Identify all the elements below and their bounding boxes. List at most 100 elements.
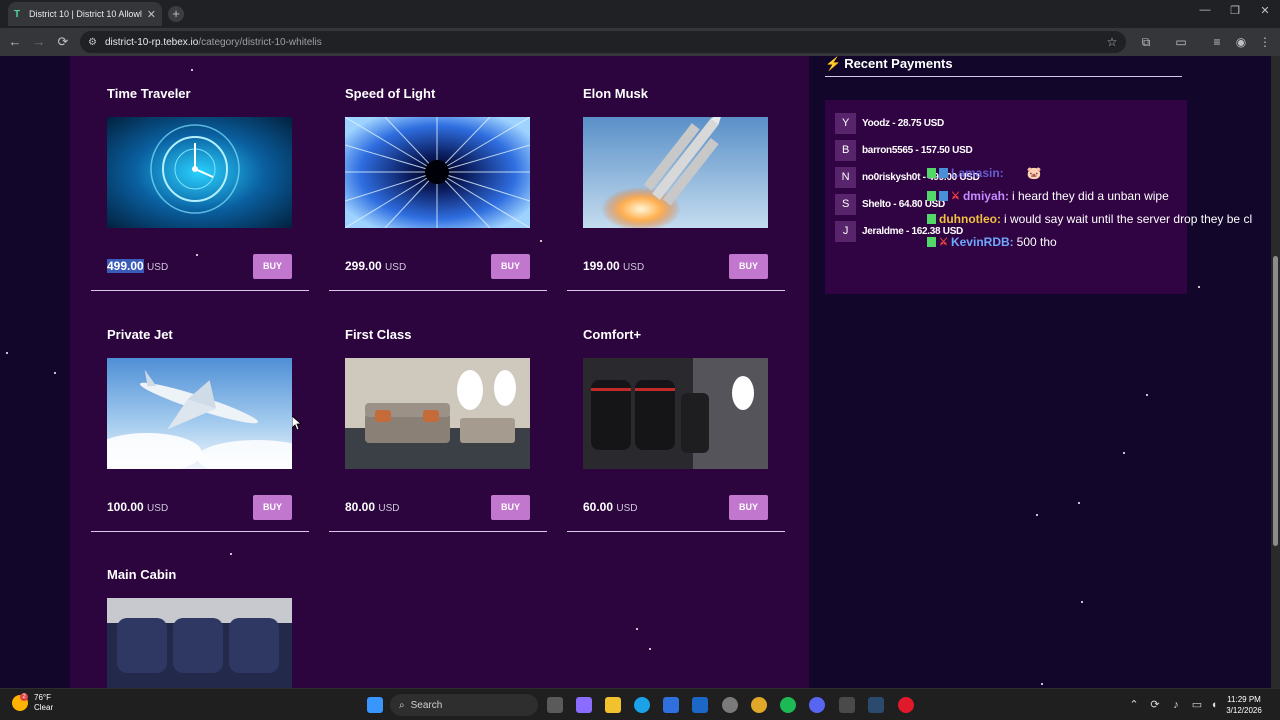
xbox-icon[interactable] bbox=[839, 697, 855, 713]
search-label: Search bbox=[410, 699, 443, 711]
url-host: district-10-rp.tebex.io bbox=[104, 36, 199, 48]
hyperspace-image[interactable] bbox=[345, 117, 530, 228]
bookmark-star-icon[interactable]: ☆ bbox=[1104, 34, 1120, 50]
store-icon[interactable] bbox=[663, 697, 679, 713]
edge-icon[interactable] bbox=[634, 697, 650, 713]
currency-label: USD bbox=[147, 262, 169, 273]
weather-widget[interactable]: 2 76°F Clear bbox=[12, 693, 53, 713]
notification-badge: 2 bbox=[20, 693, 28, 701]
product-card-time-traveler: Time Traveler 499.00 USD BUY bbox=[91, 86, 309, 292]
forward-icon[interactable]: → bbox=[31, 34, 47, 50]
sub-badge-icon bbox=[939, 168, 948, 178]
file-explorer-icon[interactable] bbox=[605, 697, 621, 713]
address-bar-row: ← → ⟳ ⚙ district-10-rp.tebex.io/category… bbox=[0, 28, 1280, 56]
product-name: Comfort+ bbox=[583, 327, 642, 342]
product-price: 199.00 USD bbox=[583, 259, 644, 273]
start-icon[interactable] bbox=[367, 697, 383, 713]
microphone-icon[interactable]: ♪ bbox=[1169, 697, 1183, 713]
extensions-icon[interactable]: ⧉ bbox=[1138, 34, 1154, 50]
close-window-icon[interactable]: ✕ bbox=[1250, 4, 1280, 17]
product-name: Speed of Light bbox=[345, 86, 436, 101]
maximize-icon[interactable]: ❐ bbox=[1220, 4, 1250, 17]
buy-button[interactable]: BUY bbox=[253, 495, 292, 520]
clock-time: 11:29 PM bbox=[1227, 695, 1261, 704]
outlook-icon[interactable] bbox=[692, 697, 708, 713]
media-icon[interactable]: ≡ bbox=[1209, 34, 1225, 50]
chat-text: i heard they did a unban wipe bbox=[1011, 189, 1169, 203]
card-divider bbox=[91, 290, 309, 291]
product-price: 499.00 USD bbox=[107, 259, 168, 273]
cast-icon[interactable]: ▭ bbox=[1173, 34, 1189, 50]
task-view-icon[interactable] bbox=[547, 697, 563, 713]
sync-icon[interactable]: ⟳ bbox=[1148, 697, 1162, 713]
price-amount: 299.00 bbox=[345, 259, 382, 273]
buy-button[interactable]: BUY bbox=[729, 495, 768, 520]
buy-button[interactable]: BUY bbox=[491, 254, 530, 279]
jet-image[interactable] bbox=[107, 358, 292, 469]
kick-badge-icon bbox=[927, 168, 936, 178]
close-tab-icon[interactable]: ✕ bbox=[147, 8, 156, 21]
main-cabin-seats-image[interactable] bbox=[107, 598, 292, 688]
mod-badge-icon: ⚔ bbox=[951, 190, 960, 202]
volume-icon[interactable]: ◖ bbox=[1207, 697, 1221, 713]
url-bar[interactable]: ⚙ district-10-rp.tebex.io/category/distr… bbox=[80, 31, 1126, 53]
product-name: Time Traveler bbox=[107, 86, 191, 101]
opera-gx-icon[interactable] bbox=[898, 697, 914, 713]
new-tab-button[interactable]: + bbox=[168, 6, 184, 22]
currency-label: USD bbox=[623, 262, 645, 273]
rocket-image[interactable] bbox=[583, 117, 768, 228]
clock-tunnel-image[interactable] bbox=[107, 117, 292, 228]
spotify-icon[interactable] bbox=[780, 697, 796, 713]
reload-icon[interactable]: ⟳ bbox=[55, 34, 71, 50]
buy-button[interactable]: BUY bbox=[729, 254, 768, 279]
payer-avatar: S bbox=[835, 194, 856, 215]
product-price: 60.00 USD bbox=[583, 500, 638, 514]
copilot-icon[interactable] bbox=[576, 697, 592, 713]
product-name: Elon Musk bbox=[583, 86, 649, 101]
price-amount: 60.00 bbox=[583, 500, 614, 514]
kick-badge-icon bbox=[927, 191, 936, 201]
kick-badge-icon bbox=[927, 237, 936, 247]
menu-icon[interactable]: ⋮ bbox=[1257, 34, 1273, 50]
tray-overflow-icon[interactable]: ⌃ bbox=[1127, 697, 1141, 713]
network-icon[interactable]: ▭ bbox=[1190, 697, 1204, 713]
scrollbar-thumb[interactable] bbox=[1273, 256, 1278, 546]
weather-condition: Clear bbox=[34, 703, 54, 712]
chrome-icon[interactable] bbox=[751, 697, 767, 713]
card-divider bbox=[91, 531, 309, 532]
product-card-comfort-plus: Comfort+ 60.00 USD BUY bbox=[567, 327, 785, 533]
comfort-plus-seats-image[interactable] bbox=[583, 358, 768, 469]
product-card-first-class: First Class 80.00 USD BUY bbox=[329, 327, 547, 533]
profile-icon[interactable]: ◉ bbox=[1233, 34, 1249, 50]
buy-button[interactable]: BUY bbox=[253, 254, 292, 279]
system-clock[interactable]: 11:29 PM 3/12/2026 bbox=[1222, 694, 1266, 716]
product-price: 80.00 USD bbox=[345, 500, 400, 514]
site-info-icon[interactable]: ⚙ bbox=[88, 37, 97, 48]
back-icon[interactable]: ← bbox=[7, 34, 23, 50]
tab-title: District 10 | District 10 Allowlist bbox=[29, 9, 142, 19]
windows-taskbar: 2 76°F Clear ⌕ Search ⌃ ⟳ ♪ ▭ ◖ 11:29 PM … bbox=[0, 688, 1280, 720]
price-amount: 199.00 bbox=[583, 259, 620, 273]
sub-badge-icon bbox=[939, 191, 948, 201]
recent-payments-heading: ⚡ Recent Payments bbox=[825, 56, 1182, 76]
recent-payments-title: Recent Payments bbox=[844, 56, 953, 71]
chat-message: ⚔ KevinRDB: 500 tho bbox=[927, 235, 1057, 249]
product-card-speed-of-light: Speed of Light 299.00 USD BUY bbox=[329, 86, 547, 292]
chat-message: Lamasin: 🐷 bbox=[927, 166, 1042, 180]
chat-user: dmiyah: bbox=[962, 189, 1009, 203]
discord-icon[interactable] bbox=[809, 697, 825, 713]
currency-label: USD bbox=[385, 262, 407, 273]
browser-tab[interactable]: T District 10 | District 10 Allowlist ✕ bbox=[8, 2, 162, 26]
settings-icon[interactable] bbox=[722, 697, 738, 713]
minimize-icon[interactable]: — bbox=[1190, 4, 1220, 16]
payment-text: Yoodz - 28.75 USD bbox=[862, 118, 944, 129]
first-class-cabin-image[interactable] bbox=[345, 358, 530, 469]
chat-user: KevinRDB: bbox=[950, 235, 1014, 249]
product-name: Private Jet bbox=[107, 327, 173, 342]
steam-icon[interactable] bbox=[868, 697, 884, 713]
buy-button[interactable]: BUY bbox=[491, 495, 530, 520]
product-name: Main Cabin bbox=[107, 567, 177, 582]
currency-label: USD bbox=[378, 503, 400, 514]
taskbar-search[interactable]: ⌕ Search bbox=[390, 694, 538, 716]
chat-user: Lamasin: bbox=[951, 166, 1004, 180]
